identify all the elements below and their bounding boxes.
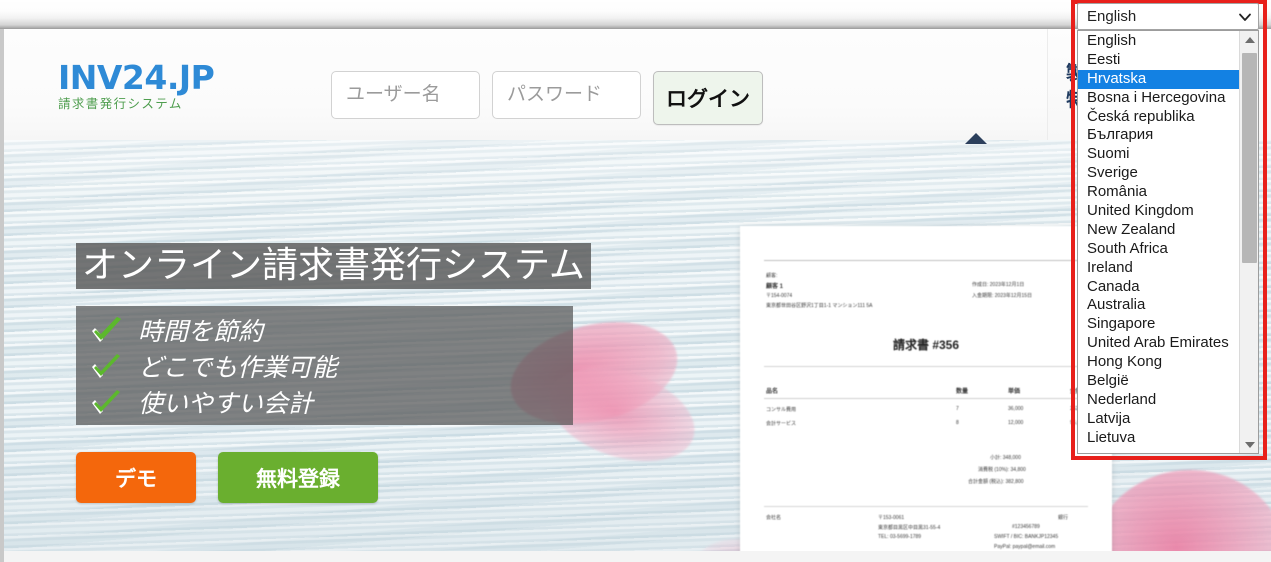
- language-option[interactable]: Lietuva: [1078, 429, 1239, 448]
- invoice-footer-zip: 〒153-0061: [878, 515, 905, 521]
- language-select[interactable]: English: [1077, 3, 1259, 30]
- invoice-col-item: 品名: [766, 389, 779, 395]
- invoice-divider: [764, 398, 1088, 399]
- invoice-col-price: 単価: [1008, 389, 1021, 395]
- language-option[interactable]: România: [1078, 183, 1239, 202]
- hero-bullet-item: 使いやすい会計: [76, 386, 573, 422]
- hero-title-band: オンライン請求書発行システム: [76, 243, 591, 289]
- invoice-footer-swift: SWIFT / BIC: BANKJP12345: [994, 534, 1059, 540]
- invoice-divider: [764, 260, 1088, 261]
- invoice-footer-address: 東京都目黒区中目黒31-55-4: [878, 525, 941, 531]
- hero-bullet-list: 時間を節約 どこでも作業可能 使いやすい会計: [76, 306, 573, 425]
- language-option[interactable]: Česká republika: [1078, 108, 1239, 127]
- language-option[interactable]: Singapore: [1078, 315, 1239, 334]
- hero-bullet-label: どこでも作業可能: [138, 353, 338, 382]
- language-option[interactable]: English: [1078, 32, 1239, 51]
- login-button[interactable]: ログイン: [653, 71, 763, 125]
- logo-wordmark: INV24.JP: [58, 58, 215, 97]
- logo-tagline: 請求書発行システム: [58, 97, 183, 111]
- language-option[interactable]: United Arab Emirates: [1078, 334, 1239, 353]
- invoice-total-line: 小計: 348,000: [990, 455, 1021, 461]
- invoice-row-qty: 8: [956, 420, 959, 426]
- invoice-total-line: 合計金額 (税込): 382,800: [968, 479, 1024, 485]
- check-icon: [90, 353, 124, 383]
- invoice-billto-name: 顧客 1: [766, 284, 784, 290]
- password-input[interactable]: [492, 71, 641, 119]
- chevron-down-icon: [1238, 10, 1252, 24]
- invoice-row-price: 36,000: [1008, 406, 1024, 412]
- language-option[interactable]: Australia: [1078, 296, 1239, 315]
- invoice-billto-zip: 〒154-0074: [766, 293, 793, 299]
- invoice-billto-label: 顧客:: [766, 273, 778, 279]
- invoice-col-qty: 数量: [956, 389, 969, 395]
- language-option[interactable]: United Kingdom: [1078, 202, 1239, 221]
- language-option-listbox[interactable]: English Eesti Hrvatska Bosna i Hercegovina Č…: [1077, 30, 1259, 454]
- invoice-total-line: 消費税 (10%): 34,800: [978, 467, 1026, 473]
- invoice-preview-card: 顧客: 顧客 1 〒154-0074 東京都世田谷区野沢1丁目1-1 マンション…: [740, 226, 1112, 551]
- hero-bullet-item: 時間を節約: [76, 314, 573, 350]
- language-list-scrollbar[interactable]: [1239, 31, 1258, 453]
- check-icon: [90, 317, 124, 347]
- language-option[interactable]: Latvija: [1078, 410, 1239, 429]
- language-option[interactable]: Suomi: [1078, 145, 1239, 164]
- invoice-footer-company-label: 会社名: [766, 515, 782, 521]
- language-option[interactable]: България: [1078, 126, 1239, 145]
- invoice-footer-tel: TEL: 03-5699-1789: [878, 534, 922, 540]
- language-option-list[interactable]: English Eesti Hrvatska Bosna i Hercegovina Č…: [1078, 31, 1239, 453]
- language-option[interactable]: Sverige: [1078, 164, 1239, 183]
- demo-button[interactable]: デモ: [76, 452, 196, 503]
- invoice-billto-address: 東京都世田谷区野沢1丁目1-1 マンション111 5A: [766, 303, 873, 309]
- language-option[interactable]: Canada: [1078, 278, 1239, 297]
- free-register-button[interactable]: 無料登録: [218, 452, 378, 503]
- invoice-row-price: 12,000: [1008, 420, 1024, 426]
- invoice-divider: [764, 506, 1088, 507]
- language-option[interactable]: België: [1078, 372, 1239, 391]
- language-select-value: English: [1087, 8, 1137, 25]
- language-option[interactable]: Eesti: [1078, 51, 1239, 70]
- invoice-issue-date: 作成日: 2023年12月1日: [972, 282, 1025, 288]
- language-option[interactable]: South Africa: [1078, 240, 1239, 259]
- invoice-row-qty: 7: [956, 406, 959, 412]
- invoice-title: 請求書 #356: [892, 338, 960, 352]
- language-option[interactable]: New Zealand: [1078, 221, 1239, 240]
- language-option[interactable]: Hong Kong: [1078, 353, 1239, 372]
- hero-bullet-item: どこでも作業可能: [76, 350, 573, 386]
- language-option[interactable]: Hrvatska: [1078, 69, 1239, 89]
- invoice-row-item: 会計サービス: [766, 421, 797, 427]
- language-option[interactable]: Nederland: [1078, 391, 1239, 410]
- invoice-due-date: 入金期限: 2023年12月15日: [972, 293, 1033, 299]
- scrollbar-thumb[interactable]: [1242, 53, 1257, 263]
- check-icon: [90, 389, 124, 419]
- username-input[interactable]: [331, 71, 480, 119]
- invoice-row-item: コンサル費用: [766, 407, 797, 413]
- hero-bullet-label: 時間を節約: [138, 317, 264, 346]
- hero-title: オンライン請求書発行システム: [82, 245, 585, 286]
- nav-active-indicator-triangle-icon: [965, 133, 987, 144]
- invoice-footer-account: #123456789: [1012, 524, 1040, 530]
- site-logo[interactable]: INV24.JP 請求書発行システム: [58, 61, 258, 112]
- invoice-divider: [764, 366, 1088, 367]
- scroll-up-arrow-icon[interactable]: [1240, 31, 1258, 48]
- invoice-footer-paypal: PayPal: paypal@email.com: [994, 544, 1056, 550]
- language-option[interactable]: Bosna i Hercegovina: [1078, 89, 1239, 108]
- language-select-header[interactable]: English: [1077, 3, 1259, 30]
- page-footer-strip: [4, 551, 1271, 562]
- hero-bullet-label: 使いやすい会計: [138, 389, 314, 418]
- language-option[interactable]: Ireland: [1078, 259, 1239, 278]
- invoice-footer-bank-label: 銀行: [1058, 515, 1069, 521]
- scroll-down-arrow-icon[interactable]: [1240, 436, 1258, 453]
